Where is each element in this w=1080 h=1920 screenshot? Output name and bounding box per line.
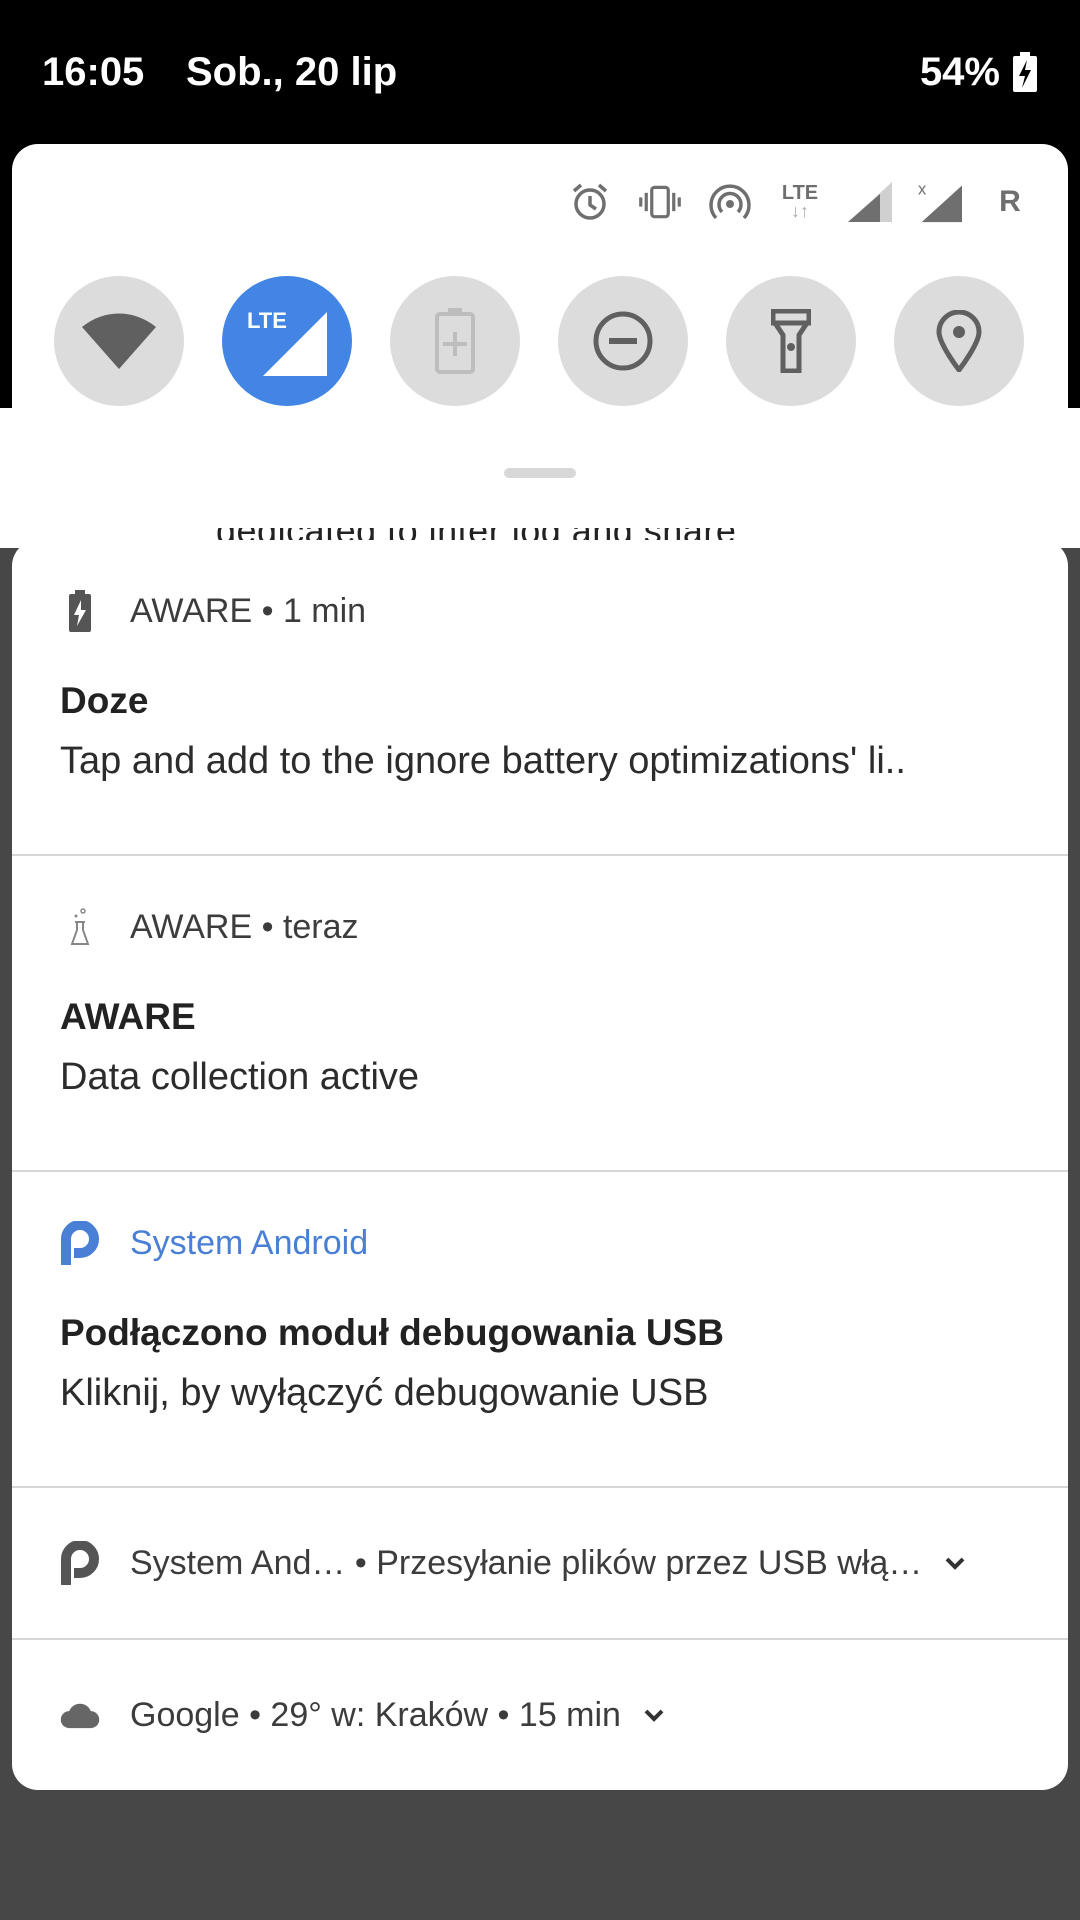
battery-charging-icon: [1013, 52, 1037, 92]
roaming-icon: R: [988, 180, 1032, 224]
notification-panel: AWARE • 1 min Doze Tap and add to the ig…: [12, 540, 1068, 1790]
notification-usb-debugging[interactable]: System Android Podłączono moduł debugowa…: [12, 1172, 1068, 1488]
quick-settings-tiles: LTE: [54, 276, 1038, 406]
signal-no-data-icon: x: [918, 180, 962, 224]
tile-do-not-disturb[interactable]: [558, 276, 688, 406]
wifi-icon: [82, 313, 156, 369]
hotspot-icon: [708, 180, 752, 224]
alarm-icon: [568, 180, 612, 224]
notification-aware[interactable]: AWARE • teraz AWARE Data collection acti…: [12, 856, 1068, 1172]
tile-location[interactable]: [894, 276, 1024, 406]
notification-app-time: AWARE • teraz: [130, 907, 359, 946]
notification-app-time: AWARE • 1 min: [130, 591, 367, 630]
location-icon: [936, 310, 982, 372]
lte-data-icon: LTE ↓↑: [781, 182, 819, 221]
notification-header: Google • 29° w: Kraków • 15 min: [60, 1690, 669, 1740]
notification-summary: System And… • Przesyłanie plików przez U…: [130, 1543, 923, 1582]
cloud-icon: [60, 1693, 100, 1737]
notification-text: Tap and add to the ignore battery optimi…: [60, 740, 906, 782]
tile-flashlight[interactable]: [726, 276, 856, 406]
battery-saver-icon: [435, 308, 475, 374]
chevron-down-icon[interactable]: [940, 1548, 970, 1578]
quick-settings-panel: LTE ↓↑ x R LTE: [12, 144, 1068, 528]
do-not-disturb-icon: [593, 311, 653, 371]
status-date: Sob., 20 lip: [186, 50, 398, 94]
vibrate-icon: [638, 180, 682, 224]
notification-app-name: System Android: [130, 1223, 369, 1262]
notification-text: Kliknij, by wyłączyć debugowanie USB: [60, 1372, 709, 1414]
signal-icon: [848, 180, 892, 224]
status-time: 16:05: [42, 50, 145, 94]
notification-google-weather[interactable]: Google • 29° w: Kraków • 15 min: [12, 1640, 1068, 1790]
notification-doze[interactable]: AWARE • 1 min Doze Tap and add to the ig…: [12, 540, 1068, 856]
chevron-down-icon[interactable]: [639, 1700, 669, 1730]
tile-wifi[interactable]: [54, 276, 184, 406]
notification-title: AWARE: [60, 996, 196, 1037]
notification-header: AWARE • teraz: [60, 902, 359, 952]
tile-battery-saver[interactable]: [390, 276, 520, 406]
battery-bolt-icon: [60, 589, 100, 633]
notification-header: System And… • Przesyłanie plików przez U…: [60, 1538, 970, 1588]
notification-header: AWARE • 1 min: [60, 586, 366, 636]
expand-handle[interactable]: [504, 468, 576, 478]
notification-header: System Android: [60, 1218, 368, 1268]
qs-status-icons: LTE ↓↑ x R: [568, 174, 1032, 230]
android-p-icon: [60, 1541, 100, 1585]
mobile-data-lte-label: LTE: [247, 308, 287, 333]
svg-text:x: x: [918, 181, 927, 199]
notification-text: Data collection active: [60, 1056, 420, 1098]
notification-summary: Google • 29° w: Kraków • 15 min: [130, 1695, 621, 1734]
flashlight-icon: [771, 309, 811, 373]
android-p-icon: [60, 1221, 100, 1265]
notification-title: Podłączono moduł debugowania USB: [60, 1312, 724, 1353]
mobile-data-icon: LTE: [247, 308, 327, 376]
roaming-label: R: [999, 185, 1021, 218]
notification-usb-file-transfer[interactable]: System And… • Przesyłanie plików przez U…: [12, 1488, 1068, 1640]
flask-icon: [60, 905, 100, 949]
notification-title: Doze: [60, 680, 149, 721]
battery-percent: 54%: [919, 50, 1000, 94]
tile-mobile-data[interactable]: LTE: [222, 276, 352, 406]
